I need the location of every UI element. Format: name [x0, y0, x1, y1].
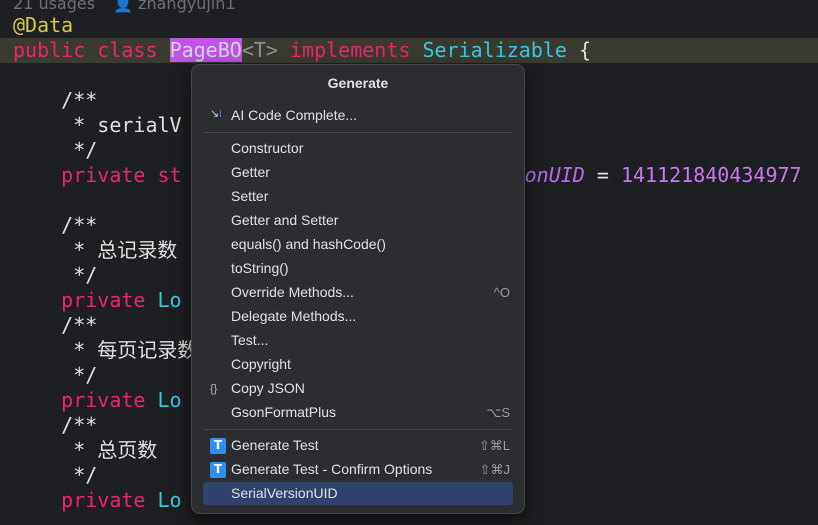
menu-item-copyright[interactable]: Copyright	[203, 353, 513, 376]
usages-hint[interactable]: 21 usages 👤 zhangyujin1	[13, 0, 236, 14]
menu-item-label: SerialVersionUID	[231, 485, 338, 501]
menu-separator	[203, 429, 513, 430]
type-partial: Lo	[145, 488, 182, 512]
doc-comment-end: */	[13, 463, 98, 487]
menu-item-label: Delegate Methods...	[231, 308, 357, 324]
menu-item-delegate-methods[interactable]: Delegate Methods...	[203, 305, 513, 328]
doc-comment-start: /**	[13, 313, 98, 337]
menu-item-test[interactable]: Test...	[203, 329, 513, 352]
menu-item-gsonformatplus[interactable]: GsonFormatPlus ⌥S	[203, 401, 513, 424]
doc-comment-start: /**	[13, 213, 98, 237]
menu-item-label: Copy JSON	[231, 380, 305, 396]
kw-public: public	[13, 38, 86, 62]
menu-item-label: toString()	[231, 260, 289, 276]
class-name: PageBO	[169, 38, 242, 62]
menu-item-label: Copyright	[231, 356, 291, 372]
menu-item-label: Override Methods...	[231, 284, 354, 300]
annotation-line: @Data	[13, 13, 74, 37]
doc-comment-text: * 总记录数	[13, 238, 178, 262]
usages-count: 21 usages	[13, 0, 96, 13]
menu-item-label: equals() and hashCode()	[231, 236, 386, 252]
generic-param: <T>	[241, 38, 278, 62]
field-line: private Lo	[13, 488, 182, 513]
test-t-icon: T	[210, 462, 226, 478]
menu-item-copy-json[interactable]: {} Copy JSON	[203, 377, 513, 400]
assign-op: =	[584, 163, 621, 187]
menu-item-label: Setter	[231, 188, 269, 204]
menu-item-getter-and-setter[interactable]: Getter and Setter	[203, 209, 513, 232]
menu-item-serialversionuid[interactable]: SerialVersionUID	[203, 482, 513, 505]
menu-item-label: Test...	[231, 332, 269, 348]
doc-comment-end: */	[13, 138, 98, 162]
doc-comment-end: */	[13, 363, 98, 387]
menu-item-constructor[interactable]: Constructor	[203, 137, 513, 160]
menu-item-equals-hashcode[interactable]: equals() and hashCode()	[203, 233, 513, 256]
menu-item-shortcut: ⌥S	[486, 405, 510, 420]
class-declaration-line: public class PageBO<T> implements Serial…	[0, 38, 818, 63]
json-braces-icon: {}	[210, 383, 218, 395]
test-t-icon: T	[210, 438, 226, 454]
menu-item-label: GsonFormatPlus	[231, 404, 337, 420]
doc-comment-text: * serialV	[13, 113, 182, 137]
kw-private: private	[13, 288, 146, 312]
open-brace: {	[579, 38, 592, 62]
menu-item-shortcut: ⇧⌘J	[479, 462, 510, 477]
menu-item-label: Getter and Setter	[231, 212, 339, 228]
kw-class: class	[97, 38, 158, 62]
author-hint: 👤 zhangyujin1	[113, 0, 235, 13]
menu-separator	[203, 132, 513, 133]
ai-complete-icon: ↘I	[210, 108, 222, 120]
menu-item-shortcut: ^O	[493, 285, 510, 300]
doc-comment-text: * 总页数	[13, 438, 158, 462]
doc-comment-start: /**	[13, 88, 98, 112]
type-partial: Lo	[145, 388, 182, 412]
menu-item-generate-test-confirm[interactable]: T Generate Test - Confirm Options ⇧⌘J	[203, 458, 513, 481]
field-line: private Lo	[13, 288, 182, 313]
author-name: zhangyujin1	[138, 0, 236, 13]
doc-comment-end: */	[13, 263, 98, 287]
menu-item-generate-test[interactable]: T Generate Test ⇧⌘L	[203, 434, 513, 457]
interface-name: Serializable	[422, 38, 567, 62]
menu-item-getter[interactable]: Getter	[203, 161, 513, 184]
kw-private: private	[13, 488, 146, 512]
kw-static-partial: st	[145, 163, 182, 187]
doc-comment-start: /**	[13, 413, 98, 437]
popup-title: Generate	[327, 75, 389, 91]
menu-item-label: Getter	[231, 164, 270, 180]
menu-item-label: Generate Test - Confirm Options	[231, 461, 433, 477]
menu-item-label: AI Code Complete...	[231, 107, 358, 123]
menu-item-tostring[interactable]: toString()	[203, 257, 513, 280]
menu-item-shortcut: ⇧⌘L	[478, 438, 510, 453]
kw-private: private	[13, 388, 146, 412]
type-partial: Lo	[145, 288, 182, 312]
menu-item-override-methods[interactable]: Override Methods... ^O	[203, 281, 513, 304]
menu-item-label: Generate Test	[231, 437, 319, 453]
menu-item-setter[interactable]: Setter	[203, 185, 513, 208]
doc-comment-text: * 每页记录数	[13, 338, 198, 362]
kw-implements: implements	[289, 38, 411, 62]
menu-item-ai-code-complete[interactable]: ↘I AI Code Complete...	[203, 104, 513, 127]
menu-item-label: Constructor	[231, 140, 304, 156]
serial-number: 141121840434977	[620, 163, 802, 187]
field-line: private Lo	[13, 388, 182, 413]
kw-private: private	[13, 163, 146, 187]
generate-popup-menu: Generate ↘I AI Code Complete... Construc…	[191, 64, 525, 514]
